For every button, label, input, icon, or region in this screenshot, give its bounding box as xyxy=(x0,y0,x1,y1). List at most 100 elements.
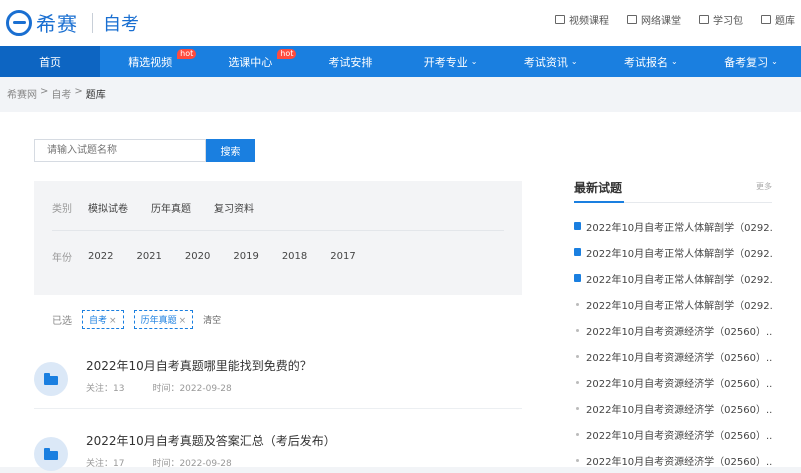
sidebar-header: 最新试题 更多 xyxy=(574,179,772,203)
category-option[interactable]: 历年真题 xyxy=(151,200,191,215)
category-option[interactable]: 复习资料 xyxy=(214,200,254,215)
document-icon xyxy=(574,274,581,282)
selected-label: 已选 xyxy=(52,316,72,327)
article-title[interactable]: 2022年10月自考真题哪里能找到免费的？ xyxy=(86,357,312,374)
sidebar-item-label: 2022年10月自考资源经济学（02560）... xyxy=(586,404,772,416)
sidebar-item-label: 2022年10月自考正常人体解剖学（0292... xyxy=(586,248,772,260)
nav-registration-label: 考试报名 xyxy=(623,55,668,69)
breadcrumb-separator: > xyxy=(74,86,83,97)
online-class-link[interactable]: 网络课堂 xyxy=(627,12,681,27)
clear-filters-button[interactable]: 清空 xyxy=(203,313,221,326)
year-option[interactable]: 2018 xyxy=(282,251,307,262)
sidebar-title: 最新试题 xyxy=(574,181,623,195)
site-logo[interactable]: 希赛 自考 xyxy=(6,8,139,37)
sidebar-list: 2022年10月自考正常人体解剖学（0292... 2022年10月自考正常人体… xyxy=(574,213,772,473)
bullet-icon xyxy=(576,432,579,436)
nav-majors[interactable]: 开考专业 ⌄ xyxy=(401,46,501,77)
breadcrumb-current: 题库 xyxy=(85,90,106,101)
question-bank-label: 题库 xyxy=(775,16,795,27)
search-input[interactable] xyxy=(34,139,206,162)
breadcrumb-home[interactable]: 希赛网 xyxy=(7,86,37,101)
search-button[interactable]: 搜索 xyxy=(206,139,255,162)
sidebar-item[interactable]: 2022年10月自考资源经济学（02560）... xyxy=(574,343,772,369)
filter-divider xyxy=(52,230,504,231)
sidebar-item[interactable]: 2022年10月自考正常人体解剖学（0292... xyxy=(574,265,772,291)
study-pack-link[interactable]: 学习包 xyxy=(699,12,743,27)
chevron-down-icon: ⌄ xyxy=(670,57,678,66)
selected-tag-label: 历年真题 xyxy=(140,316,177,326)
year-option[interactable]: 2020 xyxy=(185,251,210,262)
sidebar-item[interactable]: 2022年10月自考资源经济学（02560）... xyxy=(574,317,772,343)
selected-tag[interactable]: 历年真题 × xyxy=(133,310,194,329)
video-courses-label: 视频课程 xyxy=(569,16,609,27)
year-option[interactable]: 2022 xyxy=(88,251,113,262)
book-icon xyxy=(761,15,771,24)
logo-subtitle: 自考 xyxy=(103,13,139,35)
top-header: 希赛 自考 视频课程 网络课堂 学习包 题库 xyxy=(0,0,801,46)
nav-registration[interactable]: 考试报名 ⌄ xyxy=(601,46,701,77)
nav-exam-news[interactable]: 考试资讯 ⌄ xyxy=(501,46,601,77)
sidebar-item[interactable]: 2022年10月自考正常人体解剖学（0292... xyxy=(574,291,772,317)
article-title[interactable]: 2022年10月自考真题及答案汇总（考后发布） xyxy=(86,432,336,449)
chevron-down-icon: ⌄ xyxy=(570,57,578,66)
latest-questions-sidebar: 最新试题 更多 2022年10月自考正常人体解剖学（0292... 2022年1… xyxy=(574,179,772,468)
year-option[interactable]: 2019 xyxy=(233,251,258,262)
sidebar-item[interactable]: 2022年10月自考资源经济学（02560）... xyxy=(574,395,772,421)
chevron-down-icon: ⌄ xyxy=(771,57,778,66)
folder-icon xyxy=(34,437,68,471)
nav-exam-schedule[interactable]: 考试安排 xyxy=(300,46,400,77)
bullet-icon xyxy=(576,302,579,306)
nav-featured-videos[interactable]: 精选视频 hot xyxy=(100,46,200,77)
question-bank-link[interactable]: 题库 xyxy=(761,12,795,27)
bullet-icon xyxy=(576,328,579,332)
nav-course-center[interactable]: 选课中心 hot xyxy=(200,46,300,77)
close-icon[interactable]: × xyxy=(179,316,187,326)
selected-tag[interactable]: 自考 × xyxy=(82,310,124,329)
sidebar-item-label: 2022年10月自考资源经济学（02560）... xyxy=(586,378,772,390)
breadcrumb-separator: > xyxy=(40,86,49,97)
article-time: 时间：2022-09-28 xyxy=(152,459,232,469)
article-time: 时间：2022-09-28 xyxy=(152,384,232,394)
year-label: 年份 xyxy=(52,253,72,264)
sidebar-item[interactable]: 2022年10月自考正常人体解剖学（0292... xyxy=(574,239,772,265)
nav-home-label: 首页 xyxy=(39,55,62,69)
nav-course-center-label: 选课中心 xyxy=(228,55,273,69)
logo-text: 希赛 xyxy=(36,12,78,36)
nav-majors-label: 开考专业 xyxy=(423,55,468,69)
nav-exam-schedule-label: 考试安排 xyxy=(328,55,373,69)
sidebar-item[interactable]: 2022年10月自考资源经济学（02560）... xyxy=(574,369,772,395)
close-icon[interactable]: × xyxy=(109,316,117,326)
bullet-icon xyxy=(576,380,579,384)
nav-home[interactable]: 首页 xyxy=(0,46,101,77)
sidebar-item[interactable]: 2022年10月自考正常人体解剖学（0292... xyxy=(574,213,772,239)
hot-badge: hot xyxy=(277,49,297,59)
category-option[interactable]: 模拟试卷 xyxy=(88,200,128,215)
sidebar-item[interactable]: 2022年10月自考资源经济学（02560）... xyxy=(574,447,772,473)
article-follow-count: 关注：17 xyxy=(86,459,125,469)
nav-featured-videos-label: 精选视频 xyxy=(128,55,173,69)
more-link[interactable]: 更多 xyxy=(756,181,772,192)
monitor-icon xyxy=(627,15,637,24)
year-option[interactable]: 2021 xyxy=(136,251,161,262)
sidebar-item-label: 2022年10月自考正常人体解剖学（0292... xyxy=(586,274,772,286)
hot-badge: hot xyxy=(177,49,197,59)
main-panel: 搜索 类别 模拟试卷 历年真题 复习资料 年份 2022 2021 2020 2… xyxy=(0,112,801,471)
video-courses-link[interactable]: 视频课程 xyxy=(555,12,609,27)
breadcrumb: 希赛网 > 自考 > 题库 xyxy=(7,86,106,101)
year-filter-row: 年份 2022 2021 2020 2019 2018 2017 xyxy=(52,249,379,264)
top-links: 视频课程 网络课堂 学习包 题库 xyxy=(555,12,795,27)
online-class-label: 网络课堂 xyxy=(641,16,681,27)
sidebar-title-underline xyxy=(574,201,624,203)
nav-exam-news-label: 考试资讯 xyxy=(523,55,568,69)
article-follow-count: 关注：13 xyxy=(86,384,125,394)
sidebar-item[interactable]: 2022年10月自考资源经济学（02560）... xyxy=(574,421,772,447)
nav-review[interactable]: 备考复习 ⌄ xyxy=(701,46,801,77)
article-item[interactable]: 2022年10月自考真题及答案汇总（考后发布） 关注：17 时间：2022-09… xyxy=(34,432,522,472)
bullet-icon xyxy=(576,354,579,358)
main-nav: 首页 精选视频 hot 选课中心 hot 考试安排 开考专业 ⌄ 考试资讯 ⌄ 考试报名… xyxy=(0,46,801,77)
article-item[interactable]: 2022年10月自考真题哪里能找到免费的？ 关注：13 时间：2022-09-2… xyxy=(34,357,522,409)
sidebar-item-label: 2022年10月自考资源经济学（02560）... xyxy=(586,352,772,364)
category-filter-row: 类别 模拟试卷 历年真题 复习资料 xyxy=(52,200,277,215)
year-option[interactable]: 2017 xyxy=(330,251,355,262)
breadcrumb-zikao[interactable]: 自考 xyxy=(51,86,71,101)
